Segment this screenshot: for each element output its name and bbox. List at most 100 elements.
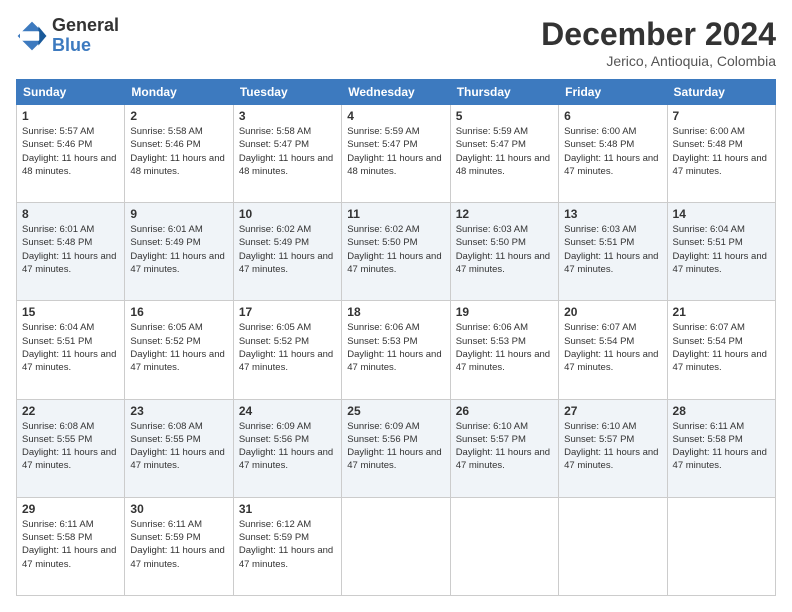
day-info: Sunrise: 6:06 AMSunset: 5:53 PMDaylight:… <box>347 322 441 373</box>
day-number: 19 <box>456 305 553 319</box>
calendar-cell: 9 Sunrise: 6:01 AMSunset: 5:49 PMDayligh… <box>125 203 233 301</box>
day-info: Sunrise: 6:10 AMSunset: 5:57 PMDaylight:… <box>564 421 658 472</box>
calendar-cell: 16 Sunrise: 6:05 AMSunset: 5:52 PMDaylig… <box>125 301 233 399</box>
day-info: Sunrise: 6:08 AMSunset: 5:55 PMDaylight:… <box>22 421 116 472</box>
day-number: 16 <box>130 305 227 319</box>
day-number: 10 <box>239 207 336 221</box>
calendar-cell: 14 Sunrise: 6:04 AMSunset: 5:51 PMDaylig… <box>667 203 775 301</box>
calendar-cell: 4 Sunrise: 5:59 AMSunset: 5:47 PMDayligh… <box>342 105 450 203</box>
weekday-header-saturday: Saturday <box>667 80 775 105</box>
day-info: Sunrise: 6:02 AMSunset: 5:50 PMDaylight:… <box>347 224 441 275</box>
weekday-header-friday: Friday <box>559 80 667 105</box>
day-number: 21 <box>673 305 770 319</box>
weekday-header-tuesday: Tuesday <box>233 80 341 105</box>
calendar-cell: 6 Sunrise: 6:00 AMSunset: 5:48 PMDayligh… <box>559 105 667 203</box>
day-info: Sunrise: 6:07 AMSunset: 5:54 PMDaylight:… <box>673 322 767 373</box>
calendar-cell: 1 Sunrise: 5:57 AMSunset: 5:46 PMDayligh… <box>17 105 125 203</box>
day-info: Sunrise: 6:04 AMSunset: 5:51 PMDaylight:… <box>22 322 116 373</box>
calendar-cell: 29 Sunrise: 6:11 AMSunset: 5:58 PMDaylig… <box>17 497 125 595</box>
calendar-cell: 10 Sunrise: 6:02 AMSunset: 5:49 PMDaylig… <box>233 203 341 301</box>
calendar-cell: 12 Sunrise: 6:03 AMSunset: 5:50 PMDaylig… <box>450 203 558 301</box>
day-number: 17 <box>239 305 336 319</box>
day-info: Sunrise: 6:11 AMSunset: 5:58 PMDaylight:… <box>673 421 767 472</box>
day-info: Sunrise: 6:03 AMSunset: 5:50 PMDaylight:… <box>456 224 550 275</box>
day-number: 31 <box>239 502 336 516</box>
day-info: Sunrise: 6:10 AMSunset: 5:57 PMDaylight:… <box>456 421 550 472</box>
calendar-cell: 13 Sunrise: 6:03 AMSunset: 5:51 PMDaylig… <box>559 203 667 301</box>
day-info: Sunrise: 6:00 AMSunset: 5:48 PMDaylight:… <box>673 126 767 177</box>
calendar-cell: 21 Sunrise: 6:07 AMSunset: 5:54 PMDaylig… <box>667 301 775 399</box>
calendar-week-row: 22 Sunrise: 6:08 AMSunset: 5:55 PMDaylig… <box>17 399 776 497</box>
day-number: 4 <box>347 109 444 123</box>
day-number: 14 <box>673 207 770 221</box>
weekday-header-monday: Monday <box>125 80 233 105</box>
day-number: 1 <box>22 109 119 123</box>
day-info: Sunrise: 6:08 AMSunset: 5:55 PMDaylight:… <box>130 421 224 472</box>
day-number: 22 <box>22 404 119 418</box>
calendar-cell: 11 Sunrise: 6:02 AMSunset: 5:50 PMDaylig… <box>342 203 450 301</box>
calendar-cell: 31 Sunrise: 6:12 AMSunset: 5:59 PMDaylig… <box>233 497 341 595</box>
day-number: 6 <box>564 109 661 123</box>
day-number: 27 <box>564 404 661 418</box>
calendar-week-row: 15 Sunrise: 6:04 AMSunset: 5:51 PMDaylig… <box>17 301 776 399</box>
calendar-cell: 5 Sunrise: 5:59 AMSunset: 5:47 PMDayligh… <box>450 105 558 203</box>
day-info: Sunrise: 5:59 AMSunset: 5:47 PMDaylight:… <box>347 126 441 177</box>
location: Jerico, Antioquia, Colombia <box>541 53 776 69</box>
calendar-cell: 2 Sunrise: 5:58 AMSunset: 5:46 PMDayligh… <box>125 105 233 203</box>
calendar-cell: 15 Sunrise: 6:04 AMSunset: 5:51 PMDaylig… <box>17 301 125 399</box>
calendar-week-row: 1 Sunrise: 5:57 AMSunset: 5:46 PMDayligh… <box>17 105 776 203</box>
day-info: Sunrise: 6:04 AMSunset: 5:51 PMDaylight:… <box>673 224 767 275</box>
calendar-body: 1 Sunrise: 5:57 AMSunset: 5:46 PMDayligh… <box>17 105 776 596</box>
month-title: December 2024 <box>541 16 776 53</box>
day-info: Sunrise: 6:11 AMSunset: 5:58 PMDaylight:… <box>22 519 116 570</box>
day-info: Sunrise: 6:07 AMSunset: 5:54 PMDaylight:… <box>564 322 658 373</box>
calendar-cell: 24 Sunrise: 6:09 AMSunset: 5:56 PMDaylig… <box>233 399 341 497</box>
calendar-cell: 7 Sunrise: 6:00 AMSunset: 5:48 PMDayligh… <box>667 105 775 203</box>
day-number: 13 <box>564 207 661 221</box>
day-number: 9 <box>130 207 227 221</box>
day-info: Sunrise: 6:12 AMSunset: 5:59 PMDaylight:… <box>239 519 333 570</box>
calendar-week-row: 29 Sunrise: 6:11 AMSunset: 5:58 PMDaylig… <box>17 497 776 595</box>
day-number: 12 <box>456 207 553 221</box>
day-number: 2 <box>130 109 227 123</box>
day-number: 7 <box>673 109 770 123</box>
logo-text: General Blue <box>52 16 119 56</box>
day-number: 28 <box>673 404 770 418</box>
calendar-cell: 23 Sunrise: 6:08 AMSunset: 5:55 PMDaylig… <box>125 399 233 497</box>
calendar-cell <box>450 497 558 595</box>
day-info: Sunrise: 6:05 AMSunset: 5:52 PMDaylight:… <box>130 322 224 373</box>
day-number: 23 <box>130 404 227 418</box>
logo: General Blue <box>16 16 119 56</box>
calendar-cell <box>667 497 775 595</box>
calendar-cell: 26 Sunrise: 6:10 AMSunset: 5:57 PMDaylig… <box>450 399 558 497</box>
calendar-week-row: 8 Sunrise: 6:01 AMSunset: 5:48 PMDayligh… <box>17 203 776 301</box>
day-number: 25 <box>347 404 444 418</box>
day-number: 24 <box>239 404 336 418</box>
day-number: 20 <box>564 305 661 319</box>
day-number: 29 <box>22 502 119 516</box>
calendar-cell <box>559 497 667 595</box>
calendar-cell: 28 Sunrise: 6:11 AMSunset: 5:58 PMDaylig… <box>667 399 775 497</box>
day-info: Sunrise: 6:06 AMSunset: 5:53 PMDaylight:… <box>456 322 550 373</box>
day-number: 18 <box>347 305 444 319</box>
calendar-cell: 18 Sunrise: 6:06 AMSunset: 5:53 PMDaylig… <box>342 301 450 399</box>
header: General Blue December 2024 Jerico, Antio… <box>16 16 776 69</box>
calendar-cell: 19 Sunrise: 6:06 AMSunset: 5:53 PMDaylig… <box>450 301 558 399</box>
weekday-header-thursday: Thursday <box>450 80 558 105</box>
calendar-cell: 8 Sunrise: 6:01 AMSunset: 5:48 PMDayligh… <box>17 203 125 301</box>
day-number: 5 <box>456 109 553 123</box>
day-number: 26 <box>456 404 553 418</box>
day-number: 3 <box>239 109 336 123</box>
calendar-cell <box>342 497 450 595</box>
calendar-cell: 27 Sunrise: 6:10 AMSunset: 5:57 PMDaylig… <box>559 399 667 497</box>
calendar-cell: 25 Sunrise: 6:09 AMSunset: 5:56 PMDaylig… <box>342 399 450 497</box>
weekday-header-row: SundayMondayTuesdayWednesdayThursdayFrid… <box>17 80 776 105</box>
weekday-header-wednesday: Wednesday <box>342 80 450 105</box>
day-number: 15 <box>22 305 119 319</box>
day-number: 8 <box>22 207 119 221</box>
day-info: Sunrise: 6:02 AMSunset: 5:49 PMDaylight:… <box>239 224 333 275</box>
day-info: Sunrise: 5:57 AMSunset: 5:46 PMDaylight:… <box>22 126 116 177</box>
calendar-table: SundayMondayTuesdayWednesdayThursdayFrid… <box>16 79 776 596</box>
day-info: Sunrise: 6:03 AMSunset: 5:51 PMDaylight:… <box>564 224 658 275</box>
day-info: Sunrise: 6:11 AMSunset: 5:59 PMDaylight:… <box>130 519 224 570</box>
